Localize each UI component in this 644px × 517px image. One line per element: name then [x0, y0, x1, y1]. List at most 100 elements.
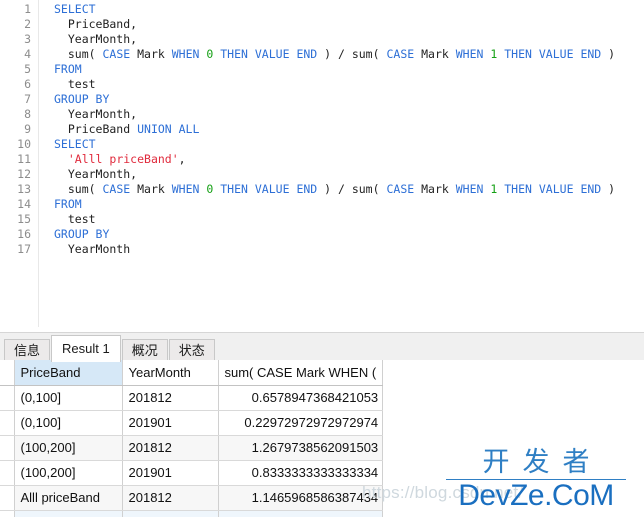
- code-token-kw: VALUE: [254, 182, 290, 196]
- cell-yearmonth[interactable]: 201901: [122, 510, 219, 517]
- line-number: 4: [24, 47, 31, 61]
- code-text: FROM: [54, 197, 82, 212]
- tab-info[interactable]: 信息: [4, 339, 51, 361]
- code-token-pln: PriceBand,: [54, 17, 138, 31]
- code-token-pln: [54, 152, 68, 166]
- line-number: 9: [24, 122, 31, 136]
- code-line[interactable]: 16 GROUP BY: [0, 227, 644, 242]
- cell-priceband[interactable]: (0,100]: [14, 385, 123, 411]
- sql-editor[interactable]: 1 SELECT 2 PriceBand, 3 YearMonth, 4 sum( CA…: [0, 0, 644, 327]
- code-text: test: [54, 77, 96, 92]
- row-marker-cell[interactable]: [0, 510, 15, 517]
- cell-yearmonth[interactable]: 201901: [122, 410, 219, 436]
- cell-ratio-value[interactable]: 0.5: [218, 510, 384, 517]
- code-token-str: 'Alll priceBand': [67, 152, 179, 166]
- code-token-kw: WHEN: [455, 182, 484, 196]
- code-line[interactable]: 2 PriceBand,: [0, 17, 644, 32]
- cell-ratio-value[interactable]: 1.1465968586387434: [218, 485, 384, 511]
- cell-yearmonth[interactable]: 201812: [122, 485, 219, 511]
- line-number: 13: [17, 182, 31, 196]
- code-token-kw: GROUP BY: [54, 92, 110, 106]
- column-header-yearmonth[interactable]: YearMonth: [122, 360, 219, 386]
- tab-status[interactable]: 状态: [168, 339, 215, 361]
- table-row[interactable]: (100,200] 201812 1.2679738562091503: [0, 435, 384, 461]
- code-token-pln: ): [601, 47, 616, 61]
- code-token-kw: UNION ALL: [137, 122, 200, 136]
- code-token-pln: Mark: [130, 47, 172, 61]
- code-token-kw: FROM: [54, 62, 82, 76]
- code-token-kw: THEN: [220, 47, 248, 61]
- row-marker-cell[interactable]: [0, 410, 15, 436]
- code-text: PriceBand UNION ALL: [54, 122, 200, 137]
- code-text: PriceBand,: [54, 17, 137, 32]
- code-line[interactable]: 12 YearMonth,: [0, 167, 644, 182]
- code-line[interactable]: 10 SELECT: [0, 137, 644, 152]
- code-token-kw: CASE: [102, 47, 131, 61]
- line-number: 7: [24, 92, 31, 106]
- cell-priceband[interactable]: (100,200]: [14, 435, 123, 461]
- table-row[interactable]: (100,200] 201901 0.8333333333333334: [0, 460, 384, 486]
- line-number: 16: [17, 227, 31, 241]
- code-token-kw: SELECT: [54, 137, 96, 151]
- code-token-kw: GROUP BY: [54, 227, 110, 241]
- cell-yearmonth[interactable]: 201812: [122, 385, 219, 411]
- code-token-pln: [248, 47, 255, 61]
- column-header-priceband[interactable]: PriceBand: [14, 360, 123, 386]
- code-line[interactable]: 4 sum( CASE Mark WHEN 0 THEN VALUE END )…: [0, 47, 644, 62]
- code-token-kw: THEN: [220, 182, 248, 196]
- code-text: YearMonth,: [54, 167, 137, 182]
- row-marker-cell[interactable]: [0, 460, 15, 486]
- code-line[interactable]: 7 GROUP BY: [0, 92, 644, 107]
- code-text: SELECT: [54, 2, 96, 17]
- cell-priceband[interactable]: (0,100]: [14, 410, 123, 436]
- code-token-pln: YearMonth,: [54, 32, 138, 46]
- table-row[interactable]: Alll priceBand 201812 1.1465968586387434: [0, 485, 384, 511]
- table-row[interactable]: (0,100] 201812 0.6578947368421053: [0, 385, 384, 411]
- code-token-kw: END: [580, 47, 602, 61]
- line-number: 2: [24, 17, 31, 31]
- table-row[interactable]: (0,100] 201901 0.22972972972972974: [0, 410, 384, 436]
- header-row: PriceBand YearMonth sum( CASE Mark WHEN …: [0, 360, 384, 386]
- cell-priceband[interactable]: Alll priceBand: [14, 485, 123, 511]
- column-header-sum-expression[interactable]: sum( CASE Mark WHEN (: [218, 360, 384, 386]
- code-token-kw: END: [580, 182, 602, 196]
- code-line[interactable]: 8 YearMonth,: [0, 107, 644, 122]
- code-token-pln: sum(: [54, 47, 103, 61]
- row-marker-cell[interactable]: [0, 485, 15, 511]
- code-line[interactable]: 1 SELECT: [0, 2, 644, 17]
- code-line[interactable]: 14 FROM: [0, 197, 644, 212]
- line-number: 3: [24, 32, 31, 46]
- tab-profile[interactable]: 概况: [121, 339, 168, 361]
- cell-ratio-value[interactable]: 0.6578947368421053: [218, 385, 384, 411]
- code-line[interactable]: 9 PriceBand UNION ALL: [0, 122, 644, 137]
- code-text: sum( CASE Mark WHEN 0 THEN VALUE END ) /…: [54, 47, 615, 62]
- code-line[interactable]: 11 'Alll priceBand',: [0, 152, 644, 167]
- code-token-pln: [532, 182, 539, 196]
- table-row[interactable]: Alll priceBand2019010.5: [0, 510, 384, 517]
- cell-yearmonth[interactable]: 201812: [122, 435, 219, 461]
- cell-priceband[interactable]: Alll priceBand: [14, 510, 123, 517]
- cell-ratio-value[interactable]: 0.22972972972972974: [218, 410, 384, 436]
- tab-result-1[interactable]: Result 1: [51, 335, 121, 362]
- code-text: test: [54, 212, 96, 227]
- result-grid[interactable]: PriceBand YearMonth sum( CASE Mark WHEN …: [0, 360, 644, 517]
- code-line[interactable]: 17 YearMonth: [0, 242, 644, 257]
- code-token-pln: [532, 47, 539, 61]
- row-marker-cell[interactable]: [0, 435, 15, 461]
- cell-ratio-value[interactable]: 1.2679738562091503: [218, 435, 384, 461]
- code-token-kw: VALUE: [254, 47, 290, 61]
- code-line[interactable]: 13 sum( CASE Mark WHEN 0 THEN VALUE END …: [0, 182, 644, 197]
- code-line[interactable]: 3 YearMonth,: [0, 32, 644, 47]
- code-token-kw: CASE: [386, 47, 415, 61]
- cell-priceband[interactable]: (100,200]: [14, 460, 123, 486]
- line-number: 8: [24, 107, 31, 121]
- code-token-pln: ) / sum(: [317, 47, 387, 61]
- code-line[interactable]: 6 test: [0, 77, 644, 92]
- code-token-pln: PriceBand: [54, 122, 138, 136]
- code-line[interactable]: 5 FROM: [0, 62, 644, 77]
- cell-ratio-value[interactable]: 0.8333333333333334: [218, 460, 384, 486]
- cell-yearmonth[interactable]: 201901: [122, 460, 219, 486]
- line-number: 6: [24, 77, 31, 91]
- code-line[interactable]: 15 test: [0, 212, 644, 227]
- row-marker-cell[interactable]: [0, 385, 15, 411]
